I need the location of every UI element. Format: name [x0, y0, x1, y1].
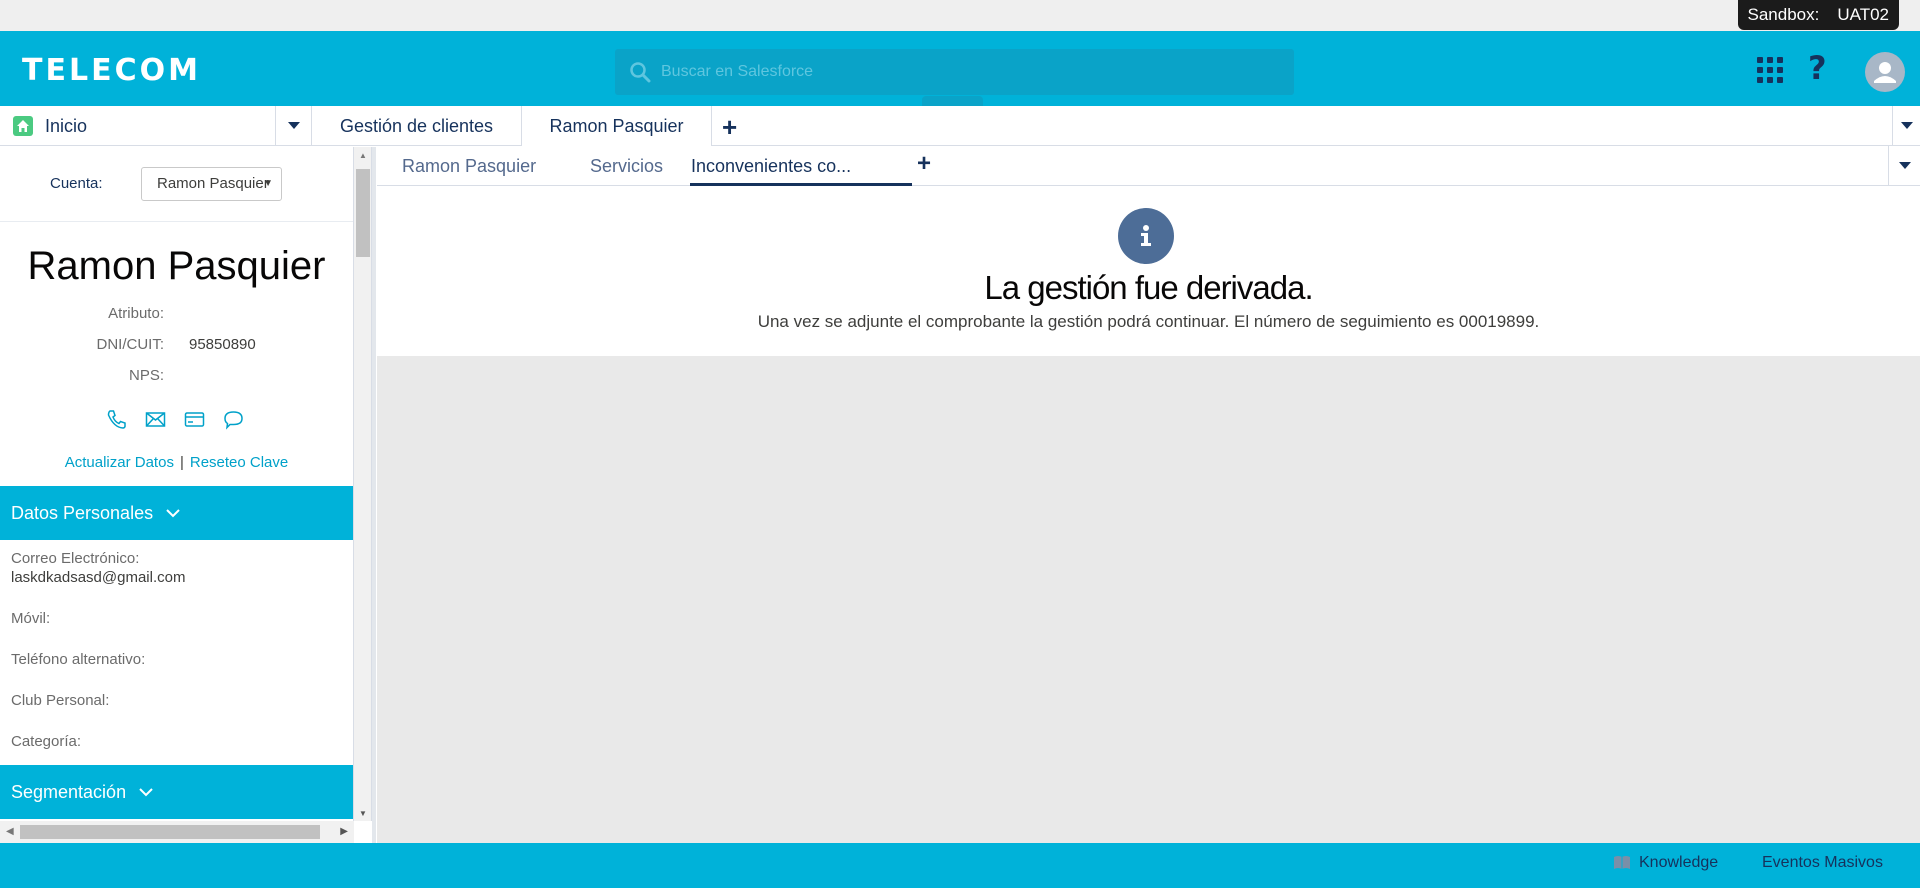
- client-sidebar: Cuenta: Ramon Pasquier ▼ Ramon Pasquier …: [0, 147, 354, 843]
- add-subtab-button[interactable]: +: [917, 150, 931, 178]
- chevron-down-icon: [139, 788, 153, 797]
- select-arrow-icon: ▼: [263, 178, 273, 189]
- knowledge-label: Knowledge: [1639, 854, 1719, 871]
- field-label: Club Personal:: [11, 692, 110, 709]
- cuenta-row: Cuenta: Ramon Pasquier ▼: [0, 147, 353, 222]
- scroll-left-icon[interactable]: ◀: [6, 826, 14, 837]
- contact-actions: [106, 409, 244, 430]
- info-icon: [1118, 208, 1174, 264]
- tab-overflow-dropdown[interactable]: [1892, 106, 1920, 146]
- message-text: Una vez se adjunte el comprobante la ges…: [757, 312, 1540, 331]
- subtab-inconvenientes[interactable]: Inconvenientes co...: [691, 146, 851, 186]
- global-header: TELECOM ?: [0, 31, 1920, 106]
- home-dropdown-button[interactable]: [276, 106, 312, 146]
- global-search[interactable]: [615, 49, 1294, 95]
- chevron-down-icon: [166, 509, 180, 518]
- scroll-right-icon[interactable]: ▶: [340, 826, 348, 837]
- search-icon: [630, 62, 651, 83]
- field-label: Categoría:: [11, 733, 82, 750]
- tab-ramon-pasquier[interactable]: Ramon Pasquier: [522, 106, 712, 146]
- cuenta-label: Cuenta:: [50, 175, 103, 192]
- cuenta-select-value: Ramon Pasquier: [157, 175, 269, 192]
- field-label: Móvil:: [11, 610, 51, 627]
- attr-value: 95850890: [189, 336, 256, 353]
- scroll-up-icon[interactable]: ▲: [359, 151, 367, 160]
- client-name: Ramon Pasquier: [27, 244, 326, 288]
- field-label: Correo Electrónico:: [11, 550, 140, 567]
- sandbox-strip: Sandbox: UAT02: [0, 0, 1920, 31]
- account-links: Actualizar Datos | Reseteo Clave: [0, 454, 353, 471]
- tab-home-label: Inicio: [45, 115, 88, 136]
- field-label: Teléfono alternativo:: [11, 651, 146, 668]
- field-value-email: laskdkadsasd@gmail.com: [11, 569, 186, 586]
- sidebar-horizontal-scrollbar[interactable]: ◀ ▶: [0, 821, 354, 843]
- email-icon[interactable]: [145, 409, 166, 430]
- sandbox-badge: Sandbox: UAT02: [1737, 0, 1899, 30]
- tab-gestion-clientes[interactable]: Gestión de clientes: [312, 106, 522, 146]
- add-tab-button[interactable]: +: [722, 112, 737, 143]
- section-title: Segmentación: [11, 781, 127, 802]
- message-title: La gestión fue derivada.: [984, 269, 1313, 306]
- links-separator: |: [179, 454, 184, 471]
- section-datos-personales[interactable]: Datos Personales: [0, 486, 353, 540]
- reseteo-clave-link[interactable]: Reseteo Clave: [190, 454, 288, 471]
- subtab-ramon-pasquier[interactable]: Ramon Pasquier: [402, 146, 536, 186]
- home-icon: [13, 116, 33, 136]
- scrollbar-thumb[interactable]: [20, 825, 320, 839]
- user-icon: [1874, 62, 1896, 83]
- knowledge-button[interactable]: Knowledge: [1613, 854, 1718, 872]
- chat-icon[interactable]: [223, 409, 244, 430]
- telecom-logo[interactable]: TELECOM: [22, 53, 201, 88]
- content-area: La gestión fue derivada. Una vez se adju…: [377, 186, 1920, 843]
- help-icon[interactable]: ?: [1808, 49, 1827, 87]
- phone-icon[interactable]: [106, 409, 127, 430]
- subtab-servicios[interactable]: Servicios: [590, 146, 663, 186]
- app-launcher-icon[interactable]: [1757, 57, 1783, 83]
- attr-label: DNI/CUIT:: [96, 336, 165, 353]
- cuenta-select[interactable]: Ramon Pasquier ▼: [141, 167, 282, 201]
- sandbox-label: Sandbox:: [1747, 5, 1820, 24]
- chevron-down-icon: [287, 122, 300, 129]
- message-card: La gestión fue derivada. Una vez se adju…: [377, 186, 1920, 356]
- attr-label: NPS:: [128, 367, 164, 384]
- search-input[interactable]: [661, 63, 1261, 81]
- primary-tab-bar: Inicio Gestión de clientes Ramon Pasquie…: [0, 106, 1920, 146]
- sub-tab-bar: Ramon Pasquier Servicios Inconvenientes …: [377, 146, 1920, 186]
- scrollbar-thumb[interactable]: [356, 169, 370, 257]
- actualizar-datos-link[interactable]: Actualizar Datos: [65, 454, 174, 471]
- chevron-down-icon: [1898, 162, 1911, 169]
- attr-label: Atributo:: [108, 305, 164, 322]
- user-avatar[interactable]: [1865, 52, 1905, 92]
- eventos-masivos-button[interactable]: Eventos Masivos: [1762, 854, 1883, 872]
- panel-divider[interactable]: [372, 147, 376, 843]
- subtab-overflow-dropdown[interactable]: [1888, 146, 1920, 186]
- tab-home[interactable]: Inicio: [0, 106, 276, 146]
- scroll-down-icon[interactable]: ▼: [359, 809, 367, 818]
- section-title: Datos Personales: [11, 502, 154, 523]
- section-segmentacion[interactable]: Segmentación: [0, 765, 353, 819]
- book-icon: [1614, 856, 1630, 869]
- sidebar-vertical-scrollbar[interactable]: ▲ ▼: [354, 147, 372, 821]
- chevron-down-icon: [1900, 122, 1913, 129]
- utility-bar: Knowledge Eventos Masivos: [0, 843, 1920, 888]
- card-icon[interactable]: [184, 409, 205, 430]
- search-collapse-tab[interactable]: [922, 96, 983, 106]
- sandbox-name: UAT02: [1837, 5, 1889, 24]
